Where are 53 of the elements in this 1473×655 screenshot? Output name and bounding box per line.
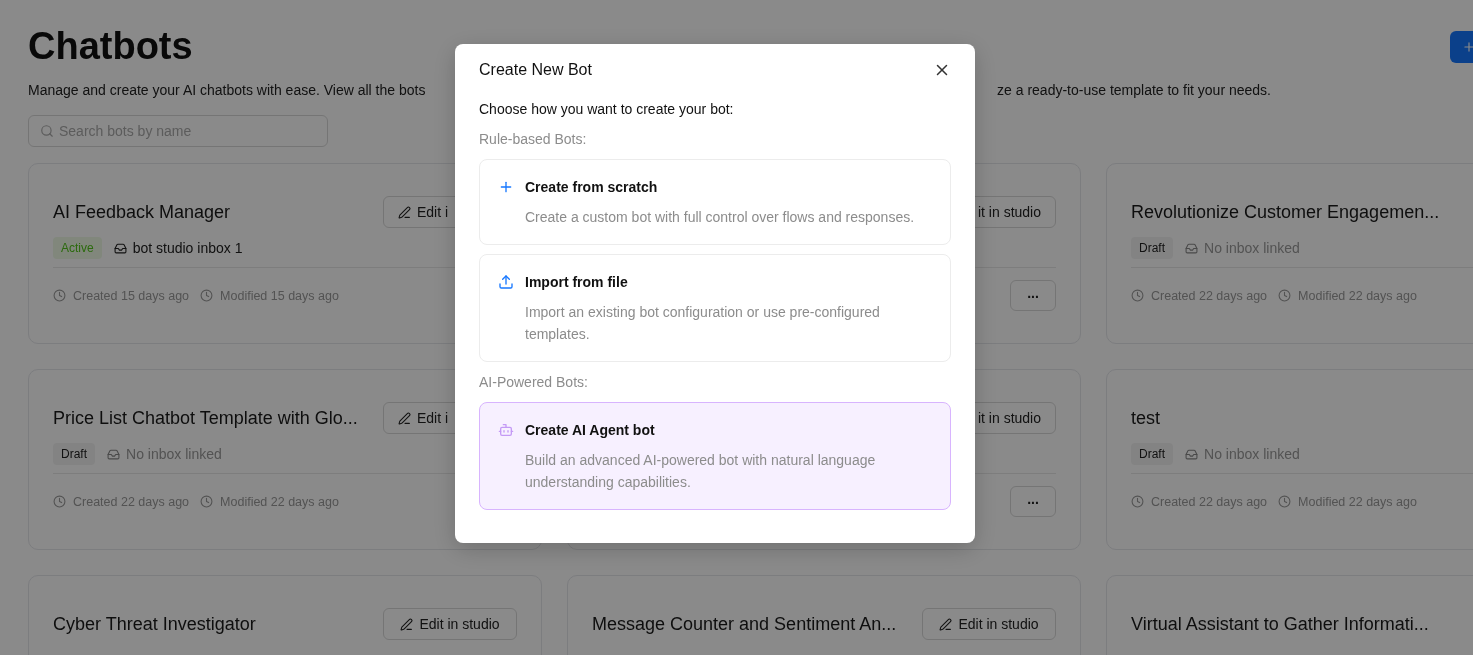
edit-in-studio-button[interactable]: Edit in studio (383, 608, 517, 640)
inbox-icon (113, 241, 127, 255)
bot-title: test (1131, 407, 1160, 429)
option-title: Create from scratch (525, 178, 659, 197)
upload-icon (498, 274, 514, 290)
pencil-icon (939, 617, 953, 631)
status-badge: Draft (53, 443, 95, 465)
bot-title: Virtual Assistant to Gather Informati... (1131, 613, 1429, 635)
bot-title: Revolutionize Customer Engagemen... (1131, 201, 1440, 223)
option-description: Create a custom bot with full control over flows and responses. (525, 208, 916, 227)
inbox-name: bot studio inbox 1 (132, 240, 243, 256)
edit-in-studio-button[interactable]: Edit in studio (922, 608, 1056, 640)
bot-type-option[interactable]: Create from scratch Create a custom bot with full control over flows and responses. (479, 159, 951, 245)
option-description: Build an advanced AI-powered bot with natural language understanding capabilities. (525, 451, 877, 492)
bot-title: AI Feedback Manager (53, 201, 231, 223)
clock-icon (53, 289, 66, 302)
clock-icon (1131, 495, 1144, 508)
page-description: Manage and create your AI chatbots with ease. View all the bots (28, 81, 426, 100)
robot-icon (498, 422, 514, 438)
plus-icon (498, 179, 514, 195)
inbox-icon (1185, 447, 1198, 461)
clock-icon (200, 495, 214, 508)
bot-title: Message Counter and Sentiment An... (592, 613, 897, 635)
pencil-icon (398, 411, 411, 425)
more-button[interactable]: ... (1010, 280, 1056, 311)
clock-icon (200, 289, 214, 302)
bot-title: Price List Chatbot Template with Glo... (53, 407, 358, 429)
bot-type-option[interactable]: Import from file Import an existing bot configuration or use pre-configured templates. (479, 254, 951, 362)
search-icon (40, 124, 54, 138)
clock-icon (53, 495, 66, 508)
page-description: ze a ready-to-use template to fit your needs. (997, 81, 1271, 100)
option-title: Import from file (525, 273, 629, 292)
status-badge: Active (53, 237, 102, 259)
page-title: Chatbots (28, 24, 193, 68)
plus-icon (1462, 40, 1473, 54)
status-badge: Draft (1131, 443, 1173, 465)
section-heading: Rule-based Bots: (479, 130, 588, 149)
pencil-icon (398, 205, 411, 219)
more-button[interactable]: ... (1010, 486, 1056, 517)
bot-type-option[interactable]: Create AI Agent bot Build an advanced AI-powered bot with natural language understanding capabilities. (479, 402, 951, 510)
inbox-icon (107, 447, 120, 461)
status-badge: Draft (1131, 237, 1173, 259)
section-heading: AI-Powered Bots: (479, 373, 589, 392)
pencil-icon (400, 617, 414, 631)
clock-icon (1278, 495, 1292, 508)
dialog-title: Create New Bot (479, 61, 592, 79)
bot-title: Cyber Threat Investigator (53, 613, 256, 635)
inbox-icon (1185, 241, 1198, 255)
dialog-prompt: Choose how you want to create your bot: (479, 100, 735, 119)
option-description: Import an existing bot configuration or use pre-configured templates. (525, 303, 881, 344)
clock-icon (1131, 289, 1144, 302)
clock-icon (1278, 289, 1292, 302)
option-title: Create AI Agent bot (525, 421, 656, 440)
